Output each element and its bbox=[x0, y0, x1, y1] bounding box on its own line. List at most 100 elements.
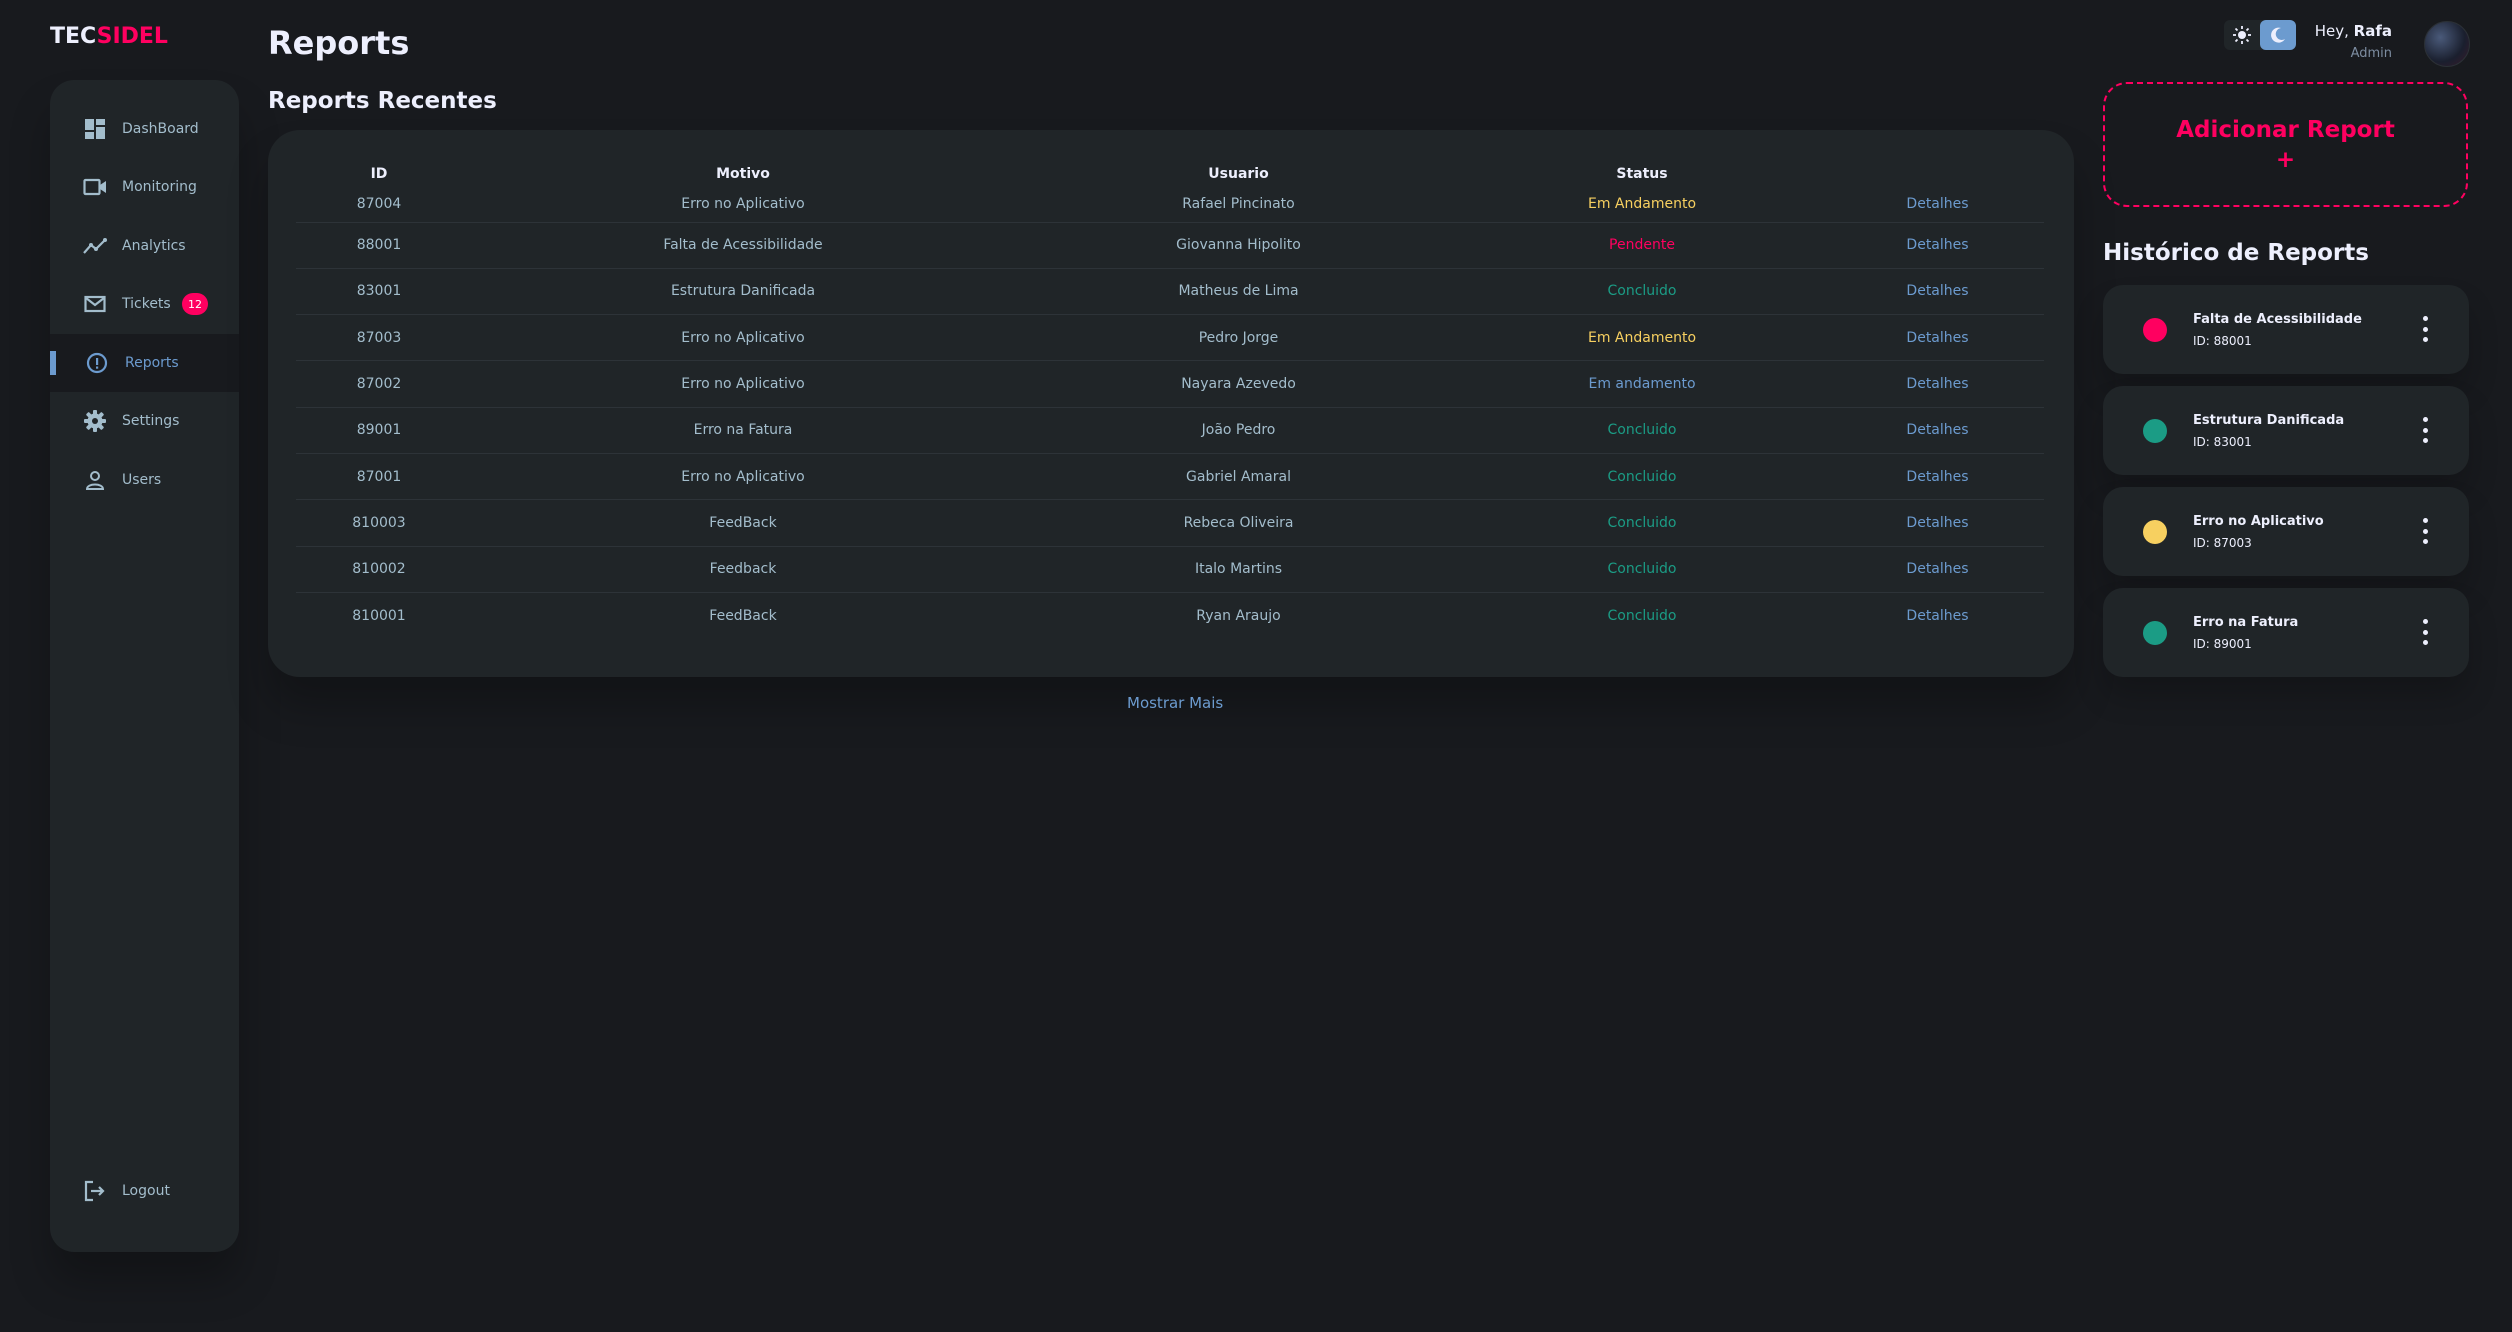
table-row: 89001 Erro na Fatura João Pedro Concluido De… bbox=[296, 407, 2044, 454]
page-title: Reports bbox=[268, 24, 410, 62]
logout-button[interactable]: Logout bbox=[50, 1162, 239, 1220]
cell-usuario-cell: João Pedro bbox=[1024, 407, 1453, 454]
profile-info: Hey, Rafa Admin bbox=[2315, 22, 2392, 61]
table-row: 88001 Falta de Acessibilidade Giovanna Hip… bbox=[296, 222, 2044, 269]
details-link[interactable]: Detalhes bbox=[1906, 376, 1968, 392]
sidebar-item-label: Reports bbox=[125, 355, 179, 371]
cell-usuario-cell: Ryan Araujo bbox=[1024, 592, 1453, 638]
tickets-count-badge: 12 bbox=[182, 293, 208, 315]
sidebar-item-analytics[interactable]: Analytics bbox=[50, 217, 239, 275]
table-header-row: ID Motivo Usuario Status bbox=[296, 156, 2044, 186]
cell-status: Concluido bbox=[1607, 468, 1677, 485]
details-link[interactable]: Detalhes bbox=[1906, 283, 1968, 299]
cell-usuario: Nayara Azevedo bbox=[1181, 376, 1296, 393]
more-vert-icon[interactable] bbox=[2415, 417, 2435, 443]
table-row: 87002 Erro no Aplicativo Nayara Azevedo Em … bbox=[296, 360, 2044, 408]
status-dot bbox=[2143, 520, 2167, 544]
history-item[interactable]: Erro na Fatura ID: 89001 bbox=[2103, 588, 2469, 677]
videocam-icon bbox=[82, 174, 108, 200]
history-item[interactable]: Falta de Acessibilidade ID: 88001 bbox=[2103, 285, 2469, 374]
theme-toggle[interactable] bbox=[2224, 20, 2296, 50]
show-more-link[interactable]: Mostrar Mais bbox=[1127, 694, 1223, 712]
history-item[interactable]: Estrutura Danificada ID: 83001 bbox=[2103, 386, 2469, 475]
avatar[interactable] bbox=[2424, 21, 2470, 67]
details-link[interactable]: Detalhes bbox=[1906, 330, 1968, 346]
cell-status-cell: Concluido bbox=[1453, 592, 1831, 638]
sidebar-item-tickets[interactable]: Tickets 12 bbox=[50, 275, 239, 333]
cell-id-cell: 87001 bbox=[296, 453, 462, 501]
cell-motivo: Erro no Aplicativo bbox=[681, 195, 805, 212]
cell-status: Concluido bbox=[1607, 561, 1677, 578]
details-link[interactable]: Detalhes bbox=[1906, 196, 1968, 212]
insights-icon bbox=[82, 233, 108, 259]
sidebar-item-monitoring[interactable]: Monitoring bbox=[50, 158, 239, 216]
history-item-name: Estrutura Danificada bbox=[2193, 413, 2345, 428]
add-report-button[interactable]: Adicionar Report + bbox=[2103, 82, 2468, 207]
cell-motivo: Falta de Acessibilidade bbox=[663, 237, 823, 254]
cell-usuario-cell: Pedro Jorge bbox=[1024, 314, 1453, 362]
cell-id: 810002 bbox=[352, 561, 406, 578]
details-link-cell: Detalhes bbox=[1831, 186, 2044, 223]
more-vert-icon[interactable] bbox=[2415, 316, 2435, 342]
cell-status-cell: Concluido bbox=[1453, 407, 1831, 454]
gear-icon bbox=[82, 408, 108, 434]
brand-logo[interactable]: TECSIDEL bbox=[50, 24, 168, 49]
cell-id: 89001 bbox=[356, 422, 402, 439]
cell-motivo-cell: Erro no Aplicativo bbox=[462, 453, 1024, 501]
details-link-cell: Detalhes bbox=[1831, 314, 2044, 362]
details-link[interactable]: Detalhes bbox=[1906, 561, 1968, 577]
cell-motivo: Erro na Fatura bbox=[693, 422, 793, 439]
cell-id-cell: 810001 bbox=[296, 592, 462, 638]
cell-id-cell: 87003 bbox=[296, 314, 462, 362]
table-row: 810002 Feedback Italo Martins Concluido Deta… bbox=[296, 546, 2044, 593]
cell-motivo: Estrutura Danificada bbox=[670, 283, 816, 300]
details-link-cell: Detalhes bbox=[1831, 222, 2044, 269]
details-link[interactable]: Detalhes bbox=[1906, 237, 1968, 253]
user-role: Admin bbox=[2350, 46, 2392, 61]
sidebar-item-users[interactable]: Users bbox=[50, 451, 239, 509]
history-item[interactable]: Erro no Aplicativo ID: 87003 bbox=[2103, 487, 2469, 576]
status-dot bbox=[2143, 419, 2167, 443]
cell-usuario: Giovanna Hipolito bbox=[1176, 237, 1301, 254]
details-link[interactable]: Detalhes bbox=[1906, 469, 1968, 485]
cell-motivo: Erro no Aplicativo bbox=[681, 376, 805, 393]
cell-id: 810003 bbox=[352, 514, 406, 531]
person-icon bbox=[82, 467, 108, 493]
cell-id: 83001 bbox=[356, 283, 402, 300]
table-row: 87003 Erro no Aplicativo Pedro Jorge Em And… bbox=[296, 314, 2044, 362]
more-vert-icon[interactable] bbox=[2415, 518, 2435, 544]
cell-usuario: Italo Martins bbox=[1194, 561, 1283, 578]
cell-motivo: Feedback bbox=[709, 561, 777, 578]
history-title: Histórico de Reports bbox=[2103, 240, 2369, 266]
details-link-cell: Detalhes bbox=[1831, 499, 2044, 547]
history-item-id: ID: 88001 bbox=[2193, 334, 2252, 348]
details-link-cell: Detalhes bbox=[1831, 546, 2044, 593]
cell-id-cell: 89001 bbox=[296, 407, 462, 454]
details-link[interactable]: Detalhes bbox=[1906, 608, 1968, 624]
more-vert-icon[interactable] bbox=[2415, 619, 2435, 645]
cell-usuario-cell: Rebeca Oliveira bbox=[1024, 499, 1453, 547]
cell-id-cell: 83001 bbox=[296, 268, 462, 316]
sun-icon[interactable] bbox=[2224, 20, 2260, 50]
details-link-cell: Detalhes bbox=[1831, 268, 2044, 316]
cell-usuario-cell: Giovanna Hipolito bbox=[1024, 222, 1453, 269]
details-link[interactable]: Detalhes bbox=[1906, 515, 1968, 531]
greeting: Hey, Rafa bbox=[2315, 22, 2392, 40]
cell-usuario-cell: Gabriel Amaral bbox=[1024, 453, 1453, 501]
sidebar-item-dashboard[interactable]: DashBoard bbox=[50, 100, 239, 158]
sidebar-item-settings[interactable]: Settings bbox=[50, 392, 239, 450]
cell-id-cell: 87004 bbox=[296, 186, 462, 223]
cell-id-cell: 87002 bbox=[296, 360, 462, 408]
report-icon bbox=[84, 350, 110, 376]
moon-icon[interactable] bbox=[2260, 20, 2296, 50]
cell-status: Concluido bbox=[1607, 283, 1677, 300]
cell-id: 87004 bbox=[356, 195, 402, 212]
cell-motivo-cell: Feedback bbox=[462, 546, 1024, 593]
logout-label: Logout bbox=[122, 1183, 170, 1199]
column-header-status: Status bbox=[1616, 166, 1668, 182]
sidebar-item-reports[interactable]: Reports bbox=[50, 334, 239, 392]
table-row: 87001 Erro no Aplicativo Gabriel Amaral Con… bbox=[296, 453, 2044, 501]
details-link-cell: Detalhes bbox=[1831, 360, 2044, 408]
cell-usuario: Ryan Araujo bbox=[1196, 607, 1281, 624]
details-link[interactable]: Detalhes bbox=[1906, 422, 1968, 438]
